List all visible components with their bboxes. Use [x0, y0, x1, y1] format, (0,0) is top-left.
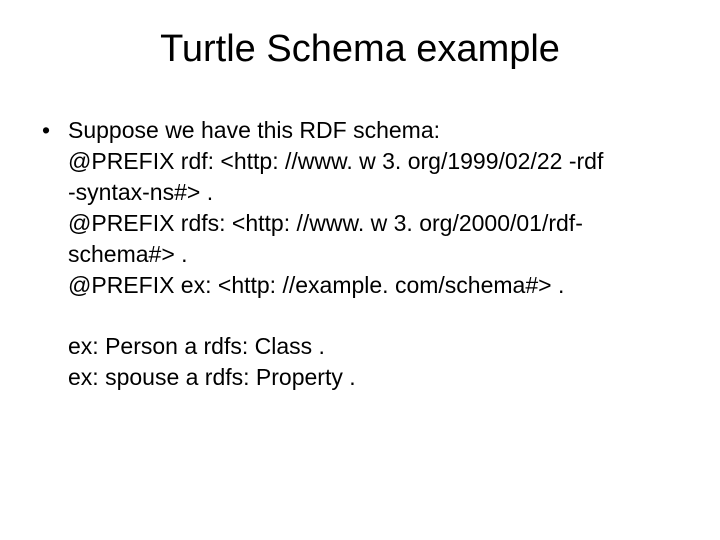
- code-line-7: ex: spouse a rdfs: Property .: [40, 362, 680, 393]
- code-line-2: -syntax-ns#> .: [40, 177, 680, 208]
- slide-body: • Suppose we have this RDF schema: @PREF…: [40, 115, 680, 393]
- code-line-5: @PREFIX ex: <http: //example. com/schema…: [40, 270, 680, 301]
- slide-title: Turtle Schema example: [40, 28, 680, 71]
- bullet-item: • Suppose we have this RDF schema:: [40, 115, 680, 146]
- code-line-6: ex: Person a rdfs: Class .: [40, 331, 680, 362]
- code-line-3: @PREFIX rdfs: <http: //www. w 3. org/200…: [40, 208, 680, 239]
- blank-line: [40, 301, 680, 331]
- intro-text: Suppose we have this RDF schema:: [68, 115, 680, 146]
- bullet-marker: •: [40, 115, 68, 146]
- code-line-1: @PREFIX rdf: <http: //www. w 3. org/1999…: [40, 146, 680, 177]
- code-line-4: schema#> .: [40, 239, 680, 270]
